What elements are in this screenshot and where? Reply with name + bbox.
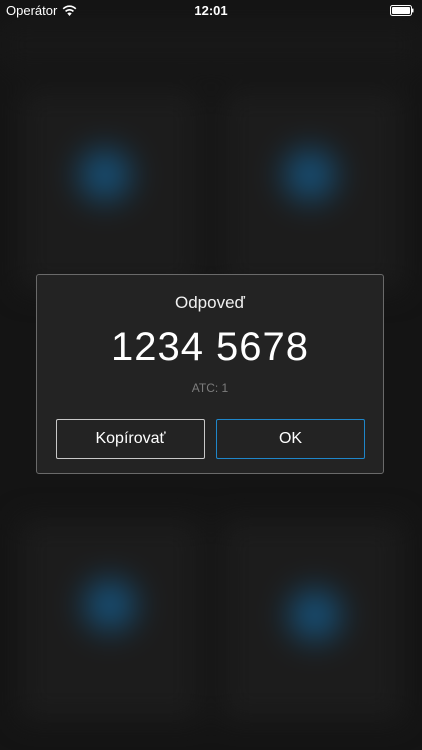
status-time: 12:01 <box>194 3 228 18</box>
background-header <box>0 20 422 70</box>
status-bar: Operátor 12:01 <box>0 0 422 22</box>
background-glow <box>275 140 345 210</box>
response-code: 1234 5678 <box>110 325 310 369</box>
dialog-title: Odpoveď <box>175 293 245 312</box>
response-dialog: Odpoveď 1234 5678 ATC: 1 Kopírovať OK <box>36 274 384 474</box>
ok-button[interactable]: OK <box>216 419 365 459</box>
atc-counter: ATC: 1 <box>191 381 229 395</box>
battery-icon <box>390 5 414 16</box>
copy-button[interactable]: Kopírovať <box>56 419 205 459</box>
background-glow <box>75 570 145 640</box>
app-screen: Operátor 12:01 Odpoveď 1234 5678 ATC: 1 … <box>0 0 422 750</box>
background-glow <box>280 580 350 650</box>
background-glow <box>70 140 140 210</box>
